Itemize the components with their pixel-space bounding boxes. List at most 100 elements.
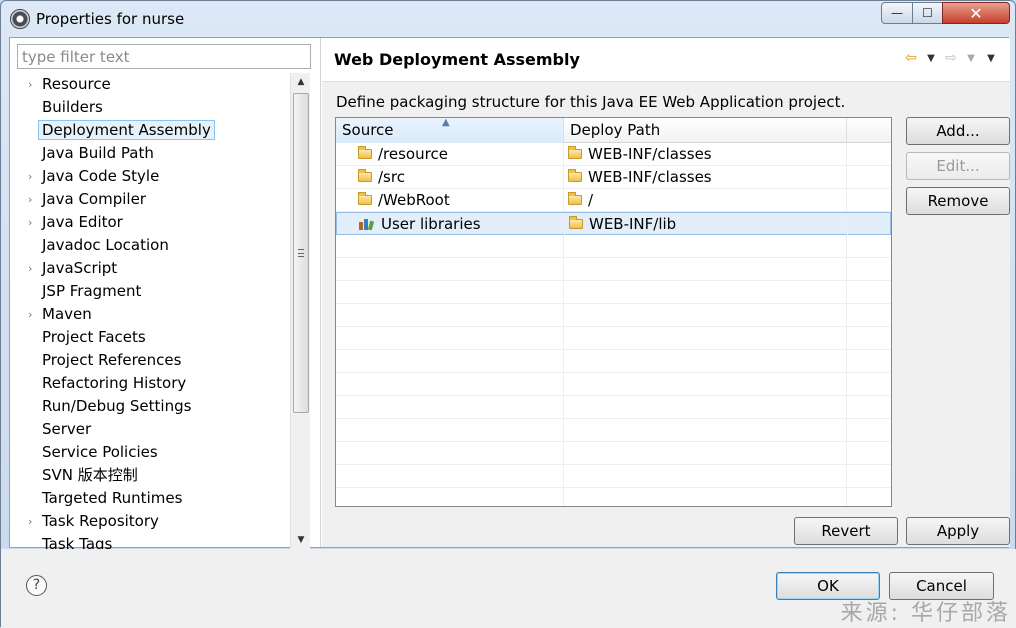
empty-table-row xyxy=(336,396,891,419)
tree-item-label: Refactoring History xyxy=(42,374,187,392)
empty-cell xyxy=(564,258,847,280)
tree-item-label: Maven xyxy=(42,305,92,323)
column-header-deploy-path[interactable]: Deploy Path xyxy=(564,118,847,143)
tree-item-label: Java Editor xyxy=(42,213,123,231)
tree-item[interactable]: › Maven xyxy=(10,303,289,326)
filler-cell xyxy=(847,166,891,188)
tree-item[interactable]: Project Facets xyxy=(10,326,289,349)
empty-cell xyxy=(847,396,891,418)
folder-icon xyxy=(358,146,372,159)
empty-cell xyxy=(564,304,847,326)
minimize-button[interactable]: — xyxy=(881,2,913,24)
edit-button[interactable]: Edit... xyxy=(906,152,1010,180)
deploy-path: / xyxy=(588,191,594,209)
chevron-right-icon[interactable]: › xyxy=(28,257,40,280)
title-bar[interactable]: Properties for nurse — ☐ ✕ xyxy=(1,1,1015,37)
tree-item[interactable]: Task Tags xyxy=(10,533,289,549)
tree-item[interactable]: › Java Code Style xyxy=(10,165,289,188)
tree-item[interactable]: Service Policies xyxy=(10,441,289,464)
view-menu-icon[interactable]: ▼ xyxy=(982,53,1000,64)
chevron-right-icon[interactable]: › xyxy=(28,510,40,533)
tree-item-label: Task Repository xyxy=(42,512,159,530)
empty-cell xyxy=(847,235,891,257)
sort-ascending-icon: ▲ xyxy=(442,117,450,128)
empty-cell xyxy=(336,419,564,441)
revert-button[interactable]: Revert xyxy=(794,517,898,545)
page-nav: ⇦ ▼ ⇨ ▼ ▼ xyxy=(902,50,1000,66)
tree-scrollbar[interactable]: ▲ ▼ xyxy=(290,73,310,549)
tree-item[interactable]: Server xyxy=(10,418,289,441)
tree-item[interactable]: Deployment Assembly xyxy=(10,119,289,142)
tree-item[interactable]: Run/Debug Settings xyxy=(10,395,289,418)
button-label: Edit... xyxy=(936,157,980,175)
tree-item-label: Project References xyxy=(42,351,182,369)
filler-cell xyxy=(848,213,890,235)
tree-item[interactable]: Targeted Runtimes xyxy=(10,487,289,510)
tree-item[interactable]: Builders xyxy=(10,96,289,119)
chevron-right-icon[interactable]: › xyxy=(28,165,40,188)
tree-item[interactable]: › Java Editor xyxy=(10,211,289,234)
back-arrow-icon[interactable]: ⇦ xyxy=(902,50,920,66)
empty-cell xyxy=(847,488,891,506)
empty-cell xyxy=(847,442,891,464)
back-dropdown-icon[interactable]: ▼ xyxy=(922,53,940,64)
tree-item[interactable]: Refactoring History xyxy=(10,372,289,395)
forward-dropdown-icon[interactable]: ▼ xyxy=(962,53,980,64)
chevron-right-icon[interactable]: › xyxy=(28,303,40,326)
tree-item-label: SVN 版本控制 xyxy=(42,466,138,484)
minimize-icon: — xyxy=(891,6,903,20)
table-row[interactable]: /WebRoot / xyxy=(336,189,891,212)
source-path: User libraries xyxy=(381,215,481,233)
empty-cell xyxy=(336,304,564,326)
dialog-footer: ? OK Cancel 来源: 华仔部落 xyxy=(1,549,1016,628)
empty-cell xyxy=(336,442,564,464)
empty-cell xyxy=(564,350,847,372)
tree-item[interactable]: Javadoc Location xyxy=(10,234,289,257)
empty-table-row xyxy=(336,350,891,373)
chevron-right-icon[interactable]: › xyxy=(28,211,40,234)
tree-item[interactable]: Java Build Path xyxy=(10,142,289,165)
deploy-path: WEB-INF/classes xyxy=(588,145,712,163)
tree-item[interactable]: › Java Compiler xyxy=(10,188,289,211)
deploy-path-cell: WEB-INF/lib xyxy=(565,213,848,235)
table-header: ▲ Source Deploy Path xyxy=(336,118,891,143)
filter-input[interactable] xyxy=(17,44,311,69)
tree-item[interactable]: › JavaScript xyxy=(10,257,289,280)
column-header-source[interactable]: ▲ Source xyxy=(336,118,564,143)
forward-arrow-icon[interactable]: ⇨ xyxy=(942,50,960,66)
empty-cell xyxy=(564,327,847,349)
scroll-down-arrow-icon[interactable]: ▼ xyxy=(291,531,311,549)
maximize-button[interactable]: ☐ xyxy=(912,2,943,24)
empty-cell xyxy=(847,350,891,372)
empty-table-row xyxy=(336,442,891,465)
chevron-right-icon[interactable]: › xyxy=(28,73,40,96)
tree-item[interactable]: JSP Fragment xyxy=(10,280,289,303)
deploy-path: WEB-INF/classes xyxy=(588,168,712,186)
table-row[interactable]: /src WEB-INF/classes xyxy=(336,166,891,189)
button-label: Cancel xyxy=(916,577,967,595)
tree-item[interactable]: › Resource xyxy=(10,73,289,96)
empty-cell xyxy=(336,488,564,506)
deploy-path-cell: WEB-INF/classes xyxy=(564,143,847,165)
column-header-filler xyxy=(847,118,891,143)
tree-item[interactable]: SVN 版本控制 xyxy=(10,464,289,487)
close-button[interactable]: ✕ xyxy=(942,2,1010,24)
scroll-up-arrow-icon[interactable]: ▲ xyxy=(291,73,311,91)
table-row[interactable]: User libraries WEB-INF/lib xyxy=(336,212,891,235)
tree-item-label: Java Build Path xyxy=(42,144,154,162)
tree-item[interactable]: Project References xyxy=(10,349,289,372)
empty-cell xyxy=(336,465,564,487)
chevron-right-icon[interactable]: › xyxy=(28,188,40,211)
apply-button[interactable]: Apply xyxy=(906,517,1010,545)
tree-item[interactable]: › Task Repository xyxy=(10,510,289,533)
dialog-body: ›Resource Builders Deployment Assembly Java… xyxy=(9,37,1010,549)
empty-cell xyxy=(336,258,564,280)
remove-button[interactable]: Remove xyxy=(906,187,1010,215)
tree-item-label: Builders xyxy=(42,98,103,116)
empty-cell xyxy=(336,373,564,395)
add-button[interactable]: Add... xyxy=(906,117,1010,145)
table-row[interactable]: /resource WEB-INF/classes xyxy=(336,143,891,166)
scroll-thumb[interactable] xyxy=(293,93,309,413)
help-icon[interactable]: ? xyxy=(26,575,47,596)
assembly-table: ▲ Source Deploy Path /resource WEB-INF/cl… xyxy=(335,117,892,507)
